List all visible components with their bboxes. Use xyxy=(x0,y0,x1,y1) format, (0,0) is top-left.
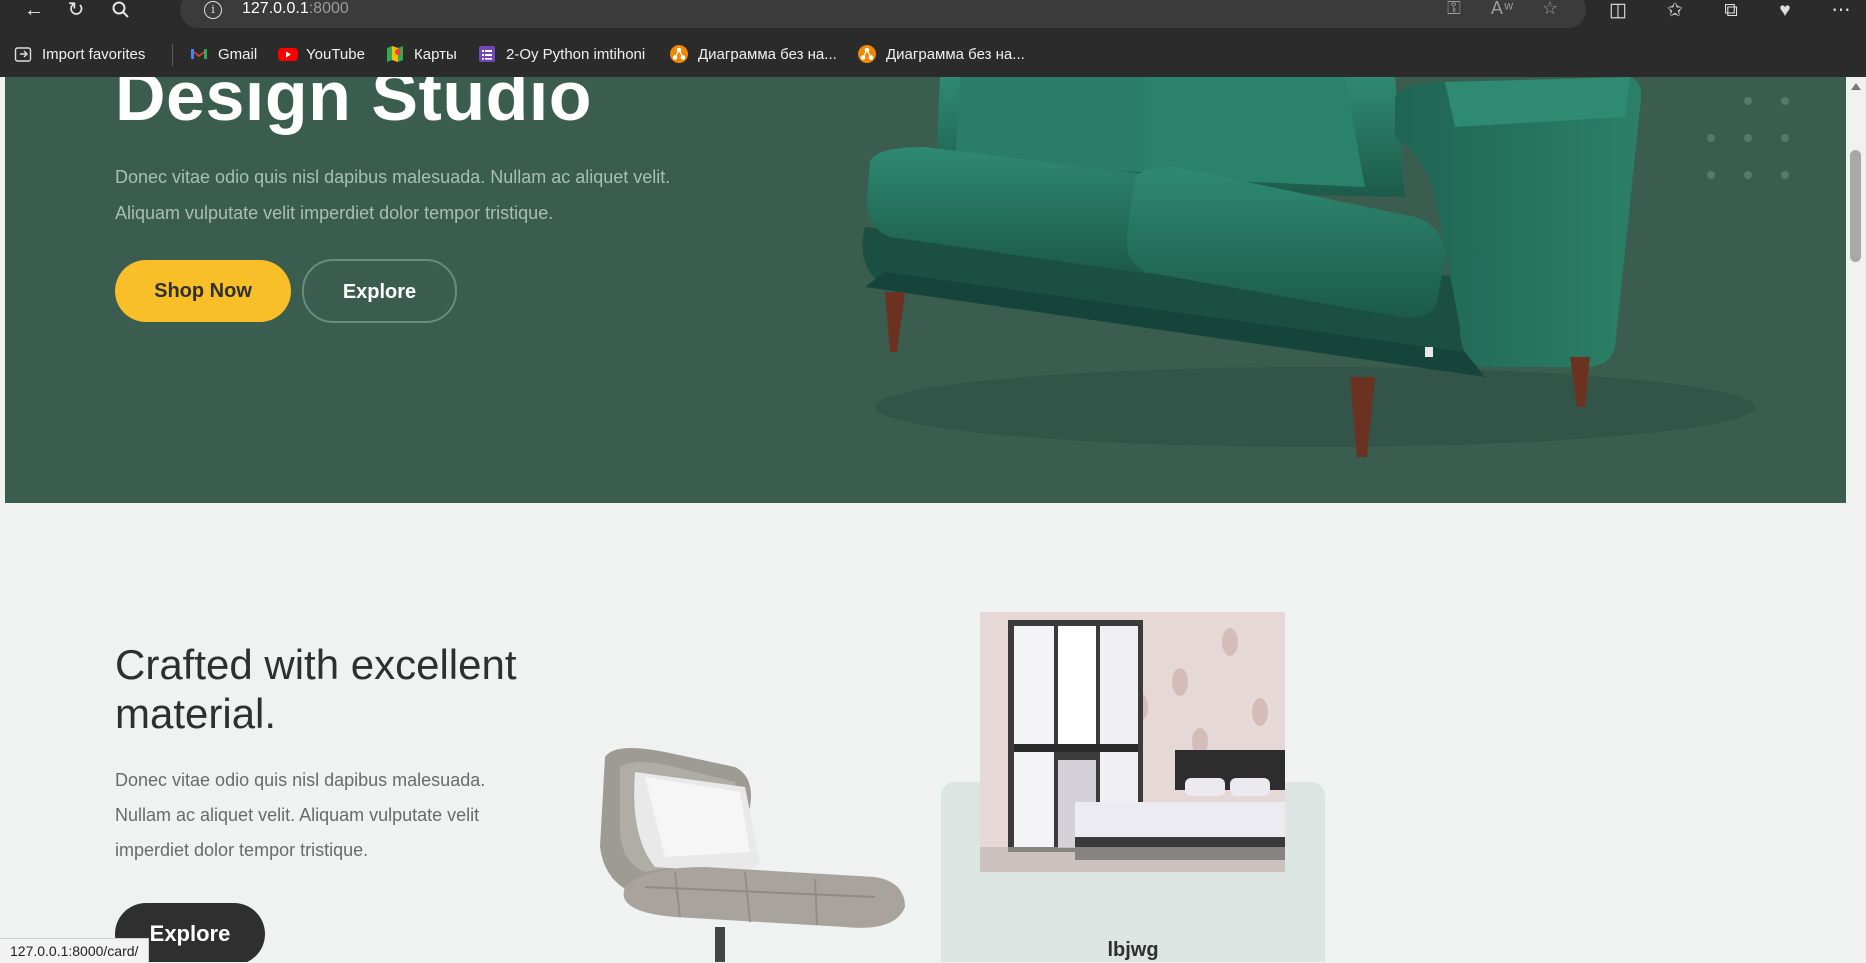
browser-essentials-icon[interactable]: ♥ xyxy=(1770,0,1800,24)
shop-now-button[interactable]: Shop Now xyxy=(115,260,291,322)
more-menu-icon[interactable]: ⋯ xyxy=(1826,0,1856,24)
bookmark-youtube[interactable]: YouTube xyxy=(278,43,365,65)
forms-icon xyxy=(478,45,496,63)
product-bedroom-image xyxy=(980,612,1285,872)
bookmark-import-favorites[interactable]: Import favorites xyxy=(14,43,145,65)
back-arrow-icon[interactable]: ← xyxy=(18,0,50,22)
vertical-scrollbar[interactable] xyxy=(1846,77,1866,962)
hero-description: Donec vitae odio quis nisl dapibus males… xyxy=(115,167,671,223)
refresh-icon[interactable]: ↻ xyxy=(60,0,92,22)
read-aloud-icon[interactable]: A ʷ xyxy=(1490,0,1514,20)
product-title[interactable]: lbjwg xyxy=(941,939,1325,962)
status-bar-url: 127.0.0.1:8000/card/ xyxy=(0,938,150,963)
bookmark-maps[interactable]: Карты xyxy=(386,43,457,65)
bookmark-separator xyxy=(172,44,173,66)
address-bar[interactable]: i 127.0.0.1:8000 ⚿ A ʷ ☆ xyxy=(180,0,1586,28)
hero-explore-button[interactable]: Explore xyxy=(302,259,457,323)
diagram-icon xyxy=(670,45,688,63)
bookmark-diagram-1[interactable]: Диаграмма без на... xyxy=(670,43,837,65)
site-info-icon[interactable]: i xyxy=(204,1,222,19)
favorite-star-icon[interactable]: ☆ xyxy=(1538,0,1562,20)
diagram-icon xyxy=(858,45,876,63)
maps-icon xyxy=(386,45,404,63)
sofa-image xyxy=(862,77,1755,457)
section-description: Donec vitae odio quis nisl dapibus males… xyxy=(115,770,486,860)
scrollbar-thumb[interactable] xyxy=(1850,150,1861,262)
hero-section: Design Studio Donec vitae odio quis nisl… xyxy=(5,77,1846,503)
browser-toolbar: ← ↻ i 127.0.0.1:8000 ⚿ A ʷ ☆ ◫ ✩ ⧉ ♥ ⋯ xyxy=(0,0,1866,29)
bookmark-python-exam[interactable]: 2-Oy Python imtihoni xyxy=(478,43,645,65)
bookmark-gmail[interactable]: Gmail xyxy=(190,43,257,65)
import-icon xyxy=(14,45,32,63)
section-title: Crafted with excellent material. xyxy=(115,641,517,737)
favorites-icon[interactable]: ✩ xyxy=(1660,0,1690,24)
youtube-icon xyxy=(278,45,298,63)
page-viewport: Design Studio Donec vitae odio quis nisl… xyxy=(5,77,1846,962)
scroll-up-arrow-icon[interactable] xyxy=(1851,83,1861,90)
collections-icon[interactable]: ⧉ xyxy=(1716,0,1746,24)
url-text[interactable]: 127.0.0.1:8000 xyxy=(242,0,349,18)
bookmarks-bar: Import favorites Gmail YouTube Карты 2-O… xyxy=(0,29,1866,77)
chair-image xyxy=(600,748,905,962)
hero-title: Design Studio xyxy=(115,77,593,135)
gmail-icon xyxy=(190,45,208,63)
bookmark-diagram-2[interactable]: Диаграмма без на... xyxy=(858,43,1025,65)
split-screen-icon[interactable]: ◫ xyxy=(1603,0,1633,24)
key-icon[interactable]: ⚿ xyxy=(1442,0,1466,20)
search-icon[interactable] xyxy=(105,0,137,22)
